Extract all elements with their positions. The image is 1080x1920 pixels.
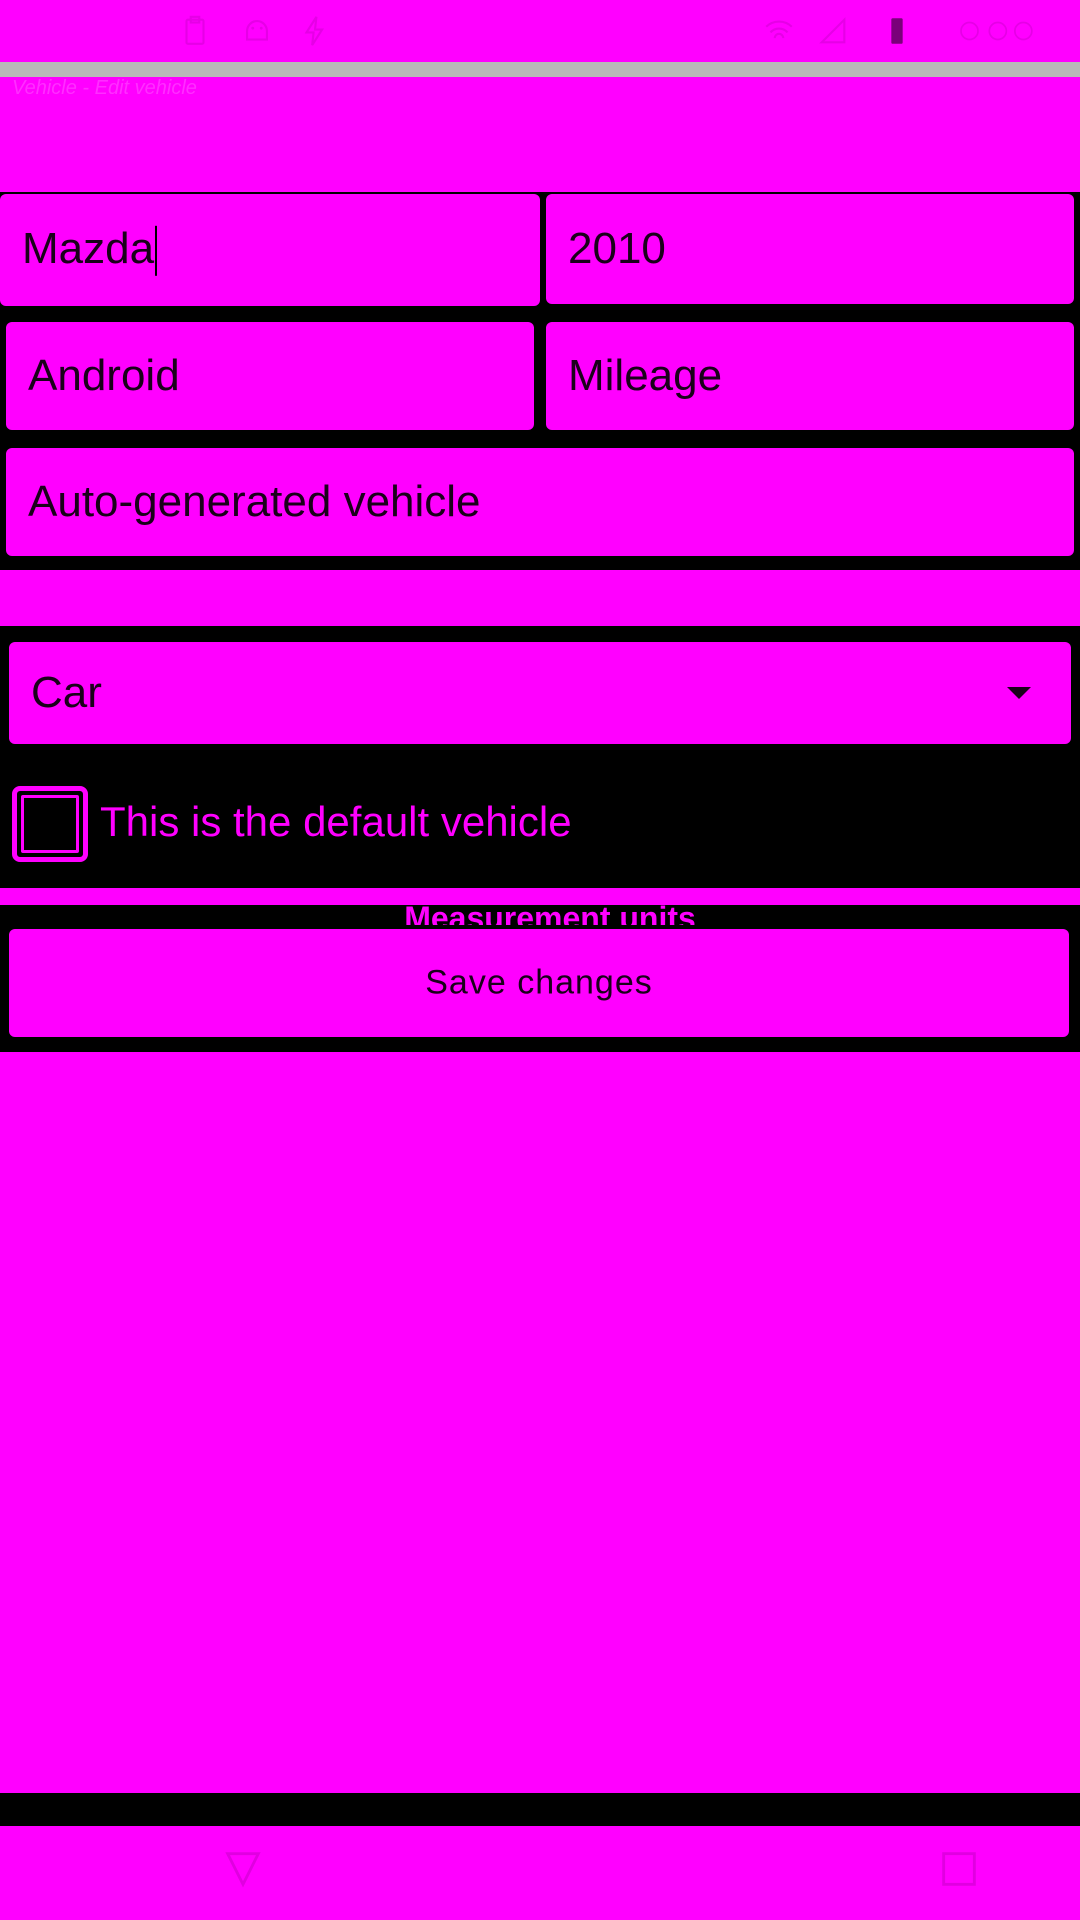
default-vehicle-label[interactable]: This is the default vehicle	[100, 798, 572, 846]
clipboard-icon	[178, 14, 212, 48]
navigation-bar	[0, 1826, 1080, 1920]
vehicle-type-dropdown[interactable]: Car	[9, 642, 1071, 744]
back-icon[interactable]	[220, 1846, 266, 1892]
description-field-value: Auto-generated vehicle	[28, 477, 481, 526]
mileage-field[interactable]: Mileage	[546, 322, 1074, 430]
measurement-units-label: Measurement units	[404, 900, 696, 925]
year-field-value: 2010	[568, 224, 666, 273]
battery-icon	[880, 14, 914, 48]
signal-icon	[816, 14, 850, 48]
bolt-icon	[298, 14, 332, 48]
model-field-value: Android	[28, 351, 180, 400]
wifi-icon	[762, 14, 796, 48]
recents-icon[interactable]	[936, 1846, 982, 1892]
progress-strip	[0, 62, 1080, 77]
status-bar	[0, 0, 1080, 62]
vehicle-type-selected: Car	[31, 668, 102, 717]
make-field-value: Mazda	[22, 224, 158, 277]
bottom-divider	[0, 1793, 1080, 1826]
section-divider	[0, 570, 1080, 626]
chevron-down-icon	[1007, 687, 1031, 699]
model-field[interactable]: Android	[6, 322, 534, 430]
year-field[interactable]: 2010	[546, 194, 1074, 304]
description-field[interactable]: Auto-generated vehicle	[6, 448, 1074, 556]
text-cursor	[155, 226, 158, 277]
default-vehicle-checkbox[interactable]	[12, 786, 88, 862]
clock-icon	[950, 14, 1040, 48]
android-icon	[240, 14, 274, 48]
save-changes-label: Save changes	[425, 963, 653, 1002]
app-bar: Vehicle - Edit vehicle	[0, 77, 1080, 192]
screen: Vehicle - Edit vehicle Mazda 2010 Androi…	[0, 0, 1080, 1920]
app-subtitle: Vehicle - Edit vehicle	[12, 77, 197, 99]
save-changes-button[interactable]: Save changes	[9, 929, 1069, 1037]
mileage-field-placeholder: Mileage	[568, 351, 723, 400]
checkbox-box	[21, 795, 79, 853]
make-field[interactable]: Mazda	[0, 194, 540, 306]
